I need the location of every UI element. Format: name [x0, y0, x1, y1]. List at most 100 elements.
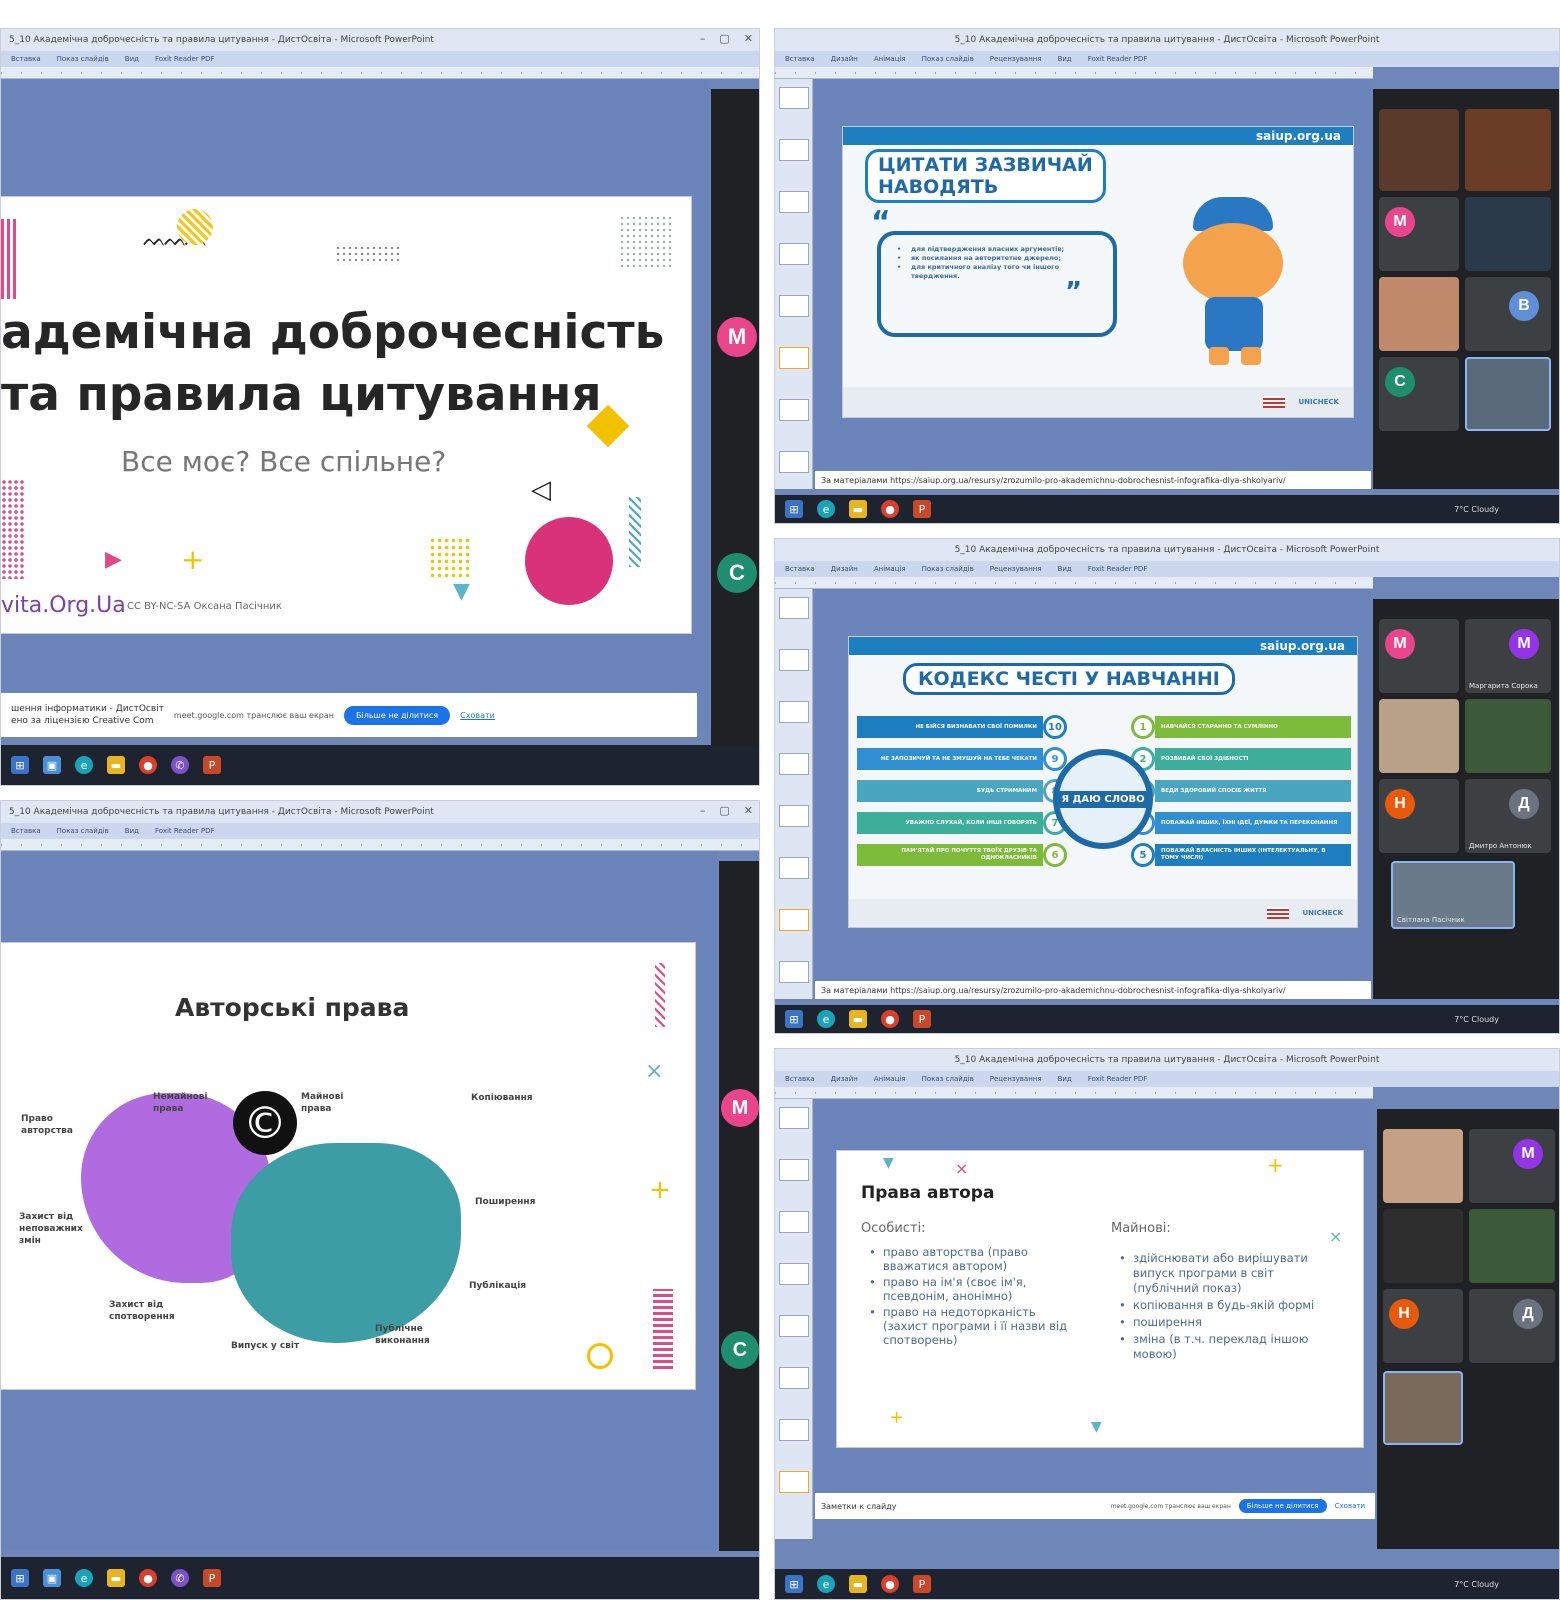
menu-tab[interactable]: Вид: [1058, 55, 1072, 63]
slide-thumbnail[interactable]: [779, 1367, 809, 1389]
slide-thumbnail[interactable]: [779, 1107, 809, 1129]
edge-icon[interactable]: e: [75, 756, 93, 774]
menu-tab[interactable]: Рецензування: [990, 565, 1042, 573]
video-tile[interactable]: В: [1465, 277, 1551, 351]
slide-thumbnail[interactable]: [779, 451, 809, 473]
menu-tab[interactable]: Вид: [125, 55, 139, 63]
video-tile[interactable]: М: [1469, 1129, 1555, 1203]
hide-notice-link[interactable]: Сховати: [1335, 1502, 1365, 1510]
menu-tab[interactable]: Foxit Reader PDF: [155, 55, 215, 63]
menu-tab[interactable]: Показ слайдів: [57, 55, 109, 63]
slide-thumbnail[interactable]: [779, 701, 809, 723]
video-tile[interactable]: Д Дмитро Антонюк: [1465, 779, 1551, 853]
menu-tab[interactable]: Показ слайдів: [922, 565, 974, 573]
edge-icon[interactable]: e: [817, 1575, 835, 1593]
video-tile[interactable]: М Маргарита Сорока: [1465, 619, 1551, 693]
menu-tab[interactable]: Foxit Reader PDF: [1088, 55, 1148, 63]
slide-thumbnail[interactable]: [779, 1315, 809, 1337]
slide-thumbnail[interactable]: [779, 139, 809, 161]
menu-tab[interactable]: Вставка: [11, 827, 41, 835]
stop-sharing-button[interactable]: Більше не ділитися: [1238, 1499, 1327, 1513]
video-tile[interactable]: [1465, 109, 1551, 191]
menu-tab[interactable]: Вставка: [11, 55, 41, 63]
slide-thumbnail[interactable]: [779, 347, 809, 369]
menu-tab[interactable]: Показ слайдів: [57, 827, 109, 835]
menu-tab[interactable]: Дизайн: [831, 1075, 858, 1083]
chrome-icon[interactable]: ●: [139, 1569, 157, 1587]
slide-author-rights[interactable]: ▼ × + Права автора Особисті: право автор…: [837, 1151, 1363, 1447]
slide-thumbnail[interactable]: [779, 753, 809, 775]
store-icon[interactable]: ▣: [43, 1569, 61, 1587]
powerpoint-icon[interactable]: P: [913, 1010, 931, 1028]
video-tile[interactable]: [1379, 699, 1459, 773]
viber-icon[interactable]: ✆: [171, 756, 189, 774]
edge-icon[interactable]: e: [817, 1010, 835, 1028]
video-tile[interactable]: М: [1379, 197, 1459, 271]
menu-tab[interactable]: Показ слайдів: [922, 1075, 974, 1083]
chrome-icon[interactable]: ●: [881, 500, 899, 518]
chrome-icon[interactable]: ●: [881, 1575, 899, 1593]
video-tile[interactable]: [1465, 357, 1551, 431]
slide-copyright[interactable]: Авторські права × + © Право авторства Не…: [1, 943, 695, 1389]
video-tile[interactable]: Світлана Пасічник: [1391, 861, 1515, 929]
menu-tab[interactable]: Анімація: [874, 55, 906, 63]
slide-thumbnail[interactable]: [779, 399, 809, 421]
explorer-icon[interactable]: ▬: [107, 756, 125, 774]
avatar[interactable]: С: [721, 1331, 759, 1369]
weather-tray[interactable]: 7°C Cloudy: [1454, 505, 1499, 514]
edge-icon[interactable]: e: [817, 500, 835, 518]
chrome-icon[interactable]: ●: [881, 1010, 899, 1028]
maximize-button[interactable]: ▢: [719, 32, 729, 45]
video-tile[interactable]: [1383, 1129, 1463, 1203]
powerpoint-icon[interactable]: P: [913, 1575, 931, 1593]
menu-tab[interactable]: Вид: [1058, 565, 1072, 573]
slide-thumbnail[interactable]: [779, 857, 809, 879]
avatar[interactable]: С: [717, 553, 757, 593]
explorer-icon[interactable]: ▬: [849, 500, 867, 518]
windows-start-icon[interactable]: ⊞: [785, 1575, 803, 1593]
powerpoint-icon[interactable]: P: [203, 1569, 221, 1587]
video-tile[interactable]: [1465, 699, 1551, 773]
slide-thumbnail[interactable]: [779, 1211, 809, 1233]
video-tile[interactable]: [1379, 109, 1459, 191]
slide-thumbnail[interactable]: [779, 1159, 809, 1181]
video-tile[interactable]: Д: [1469, 1289, 1555, 1363]
close-button[interactable]: ✕: [744, 804, 753, 817]
video-tile[interactable]: [1469, 1209, 1555, 1283]
avatar[interactable]: М: [721, 1089, 759, 1127]
menu-tab[interactable]: Вставка: [785, 1075, 815, 1083]
menu-tab[interactable]: Foxit Reader PDF: [1088, 1075, 1148, 1083]
slide-thumbnail[interactable]: [779, 597, 809, 619]
explorer-icon[interactable]: ▬: [107, 1569, 125, 1587]
video-tile[interactable]: М: [1379, 619, 1459, 693]
slide-thumbnail[interactable]: [779, 295, 809, 317]
explorer-icon[interactable]: ▬: [849, 1575, 867, 1593]
windows-start-icon[interactable]: ⊞: [785, 1010, 803, 1028]
menu-tab[interactable]: Foxit Reader PDF: [1088, 565, 1148, 573]
slide-thumbnail[interactable]: [779, 243, 809, 265]
close-button[interactable]: ✕: [744, 32, 753, 45]
slide-thumbnail[interactable]: [779, 87, 809, 109]
viber-icon[interactable]: ✆: [171, 1569, 189, 1587]
slide-thumbnail[interactable]: [779, 1263, 809, 1285]
edge-icon[interactable]: e: [75, 1569, 93, 1587]
slide-thumbnail[interactable]: [779, 649, 809, 671]
slide-quotes[interactable]: saiup.org.ua ЦИТАТИ ЗАЗВИЧАЙ НАВОДЯТЬ “ …: [843, 127, 1353, 417]
slide-notes[interactable]: Заметки к слайду meet.google.com транслю…: [815, 1493, 1375, 1519]
minimize-button[interactable]: –: [700, 32, 706, 45]
video-tile[interactable]: [1379, 277, 1459, 351]
hide-notice-link[interactable]: Сховати: [460, 711, 495, 720]
menu-tab[interactable]: Показ слайдів: [922, 55, 974, 63]
weather-tray[interactable]: 7°C Cloudy: [1454, 1015, 1499, 1024]
menu-tab[interactable]: Рецензування: [990, 55, 1042, 63]
menu-tab[interactable]: Вставка: [785, 565, 815, 573]
stop-sharing-button[interactable]: Більше не ділитися: [344, 705, 451, 725]
powerpoint-icon[interactable]: P: [203, 756, 221, 774]
windows-start-icon[interactable]: ⊞: [11, 756, 29, 774]
slide-title[interactable]: ᨓᨓᨓ адемічна доброчесність та правила ци…: [1, 197, 691, 633]
menu-tab[interactable]: Анімація: [874, 1075, 906, 1083]
windows-start-icon[interactable]: ⊞: [11, 1569, 29, 1587]
maximize-button[interactable]: ▢: [719, 804, 729, 817]
video-tile[interactable]: С: [1379, 357, 1459, 431]
slide-thumbnail[interactable]: [779, 1419, 809, 1441]
